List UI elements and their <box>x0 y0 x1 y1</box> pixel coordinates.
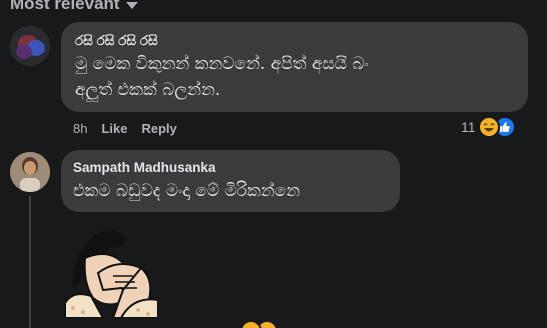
reaction-count: 11 <box>461 119 476 135</box>
thread-line <box>29 196 31 328</box>
facepalm-sticker[interactable] <box>63 218 159 319</box>
avatar[interactable] <box>10 152 50 192</box>
comment-actions: 8h Like Reply <box>73 121 177 136</box>
haha-icon <box>240 320 262 328</box>
chevron-down-icon <box>125 1 138 9</box>
comment-author[interactable]: Sampath Madhusanka <box>73 159 388 176</box>
sort-dropdown[interactable]: Most relevant <box>10 0 138 14</box>
comment-author[interactable]: රසි රසි රසි රසි <box>75 32 514 49</box>
comment-timestamp[interactable]: 8h <box>73 121 87 136</box>
reaction-summary[interactable] <box>240 320 278 328</box>
haha-icon <box>477 116 500 138</box>
reply-button[interactable]: Reply <box>141 121 176 136</box>
reaction-summary[interactable]: 11 <box>461 116 516 138</box>
avatar[interactable] <box>10 26 50 66</box>
like-button[interactable]: Like <box>101 121 127 136</box>
comment-bubble: Sampath Madhusanka එකම බඩුවද මංදා මේ මිර… <box>61 150 400 212</box>
comment-bubble: රසි රසි රසි රසි මු මෙක විකුනන් කනවනේ. අප… <box>61 22 528 112</box>
sort-label: Most relevant <box>10 0 120 13</box>
comment-text: මු මෙක විකුනන් කනවනේ. අපිත් අසයි බං අලුත… <box>75 54 369 100</box>
comment-text: එකම බඩුවද මංදා මේ මිරිකන්නෙ <box>73 181 301 201</box>
